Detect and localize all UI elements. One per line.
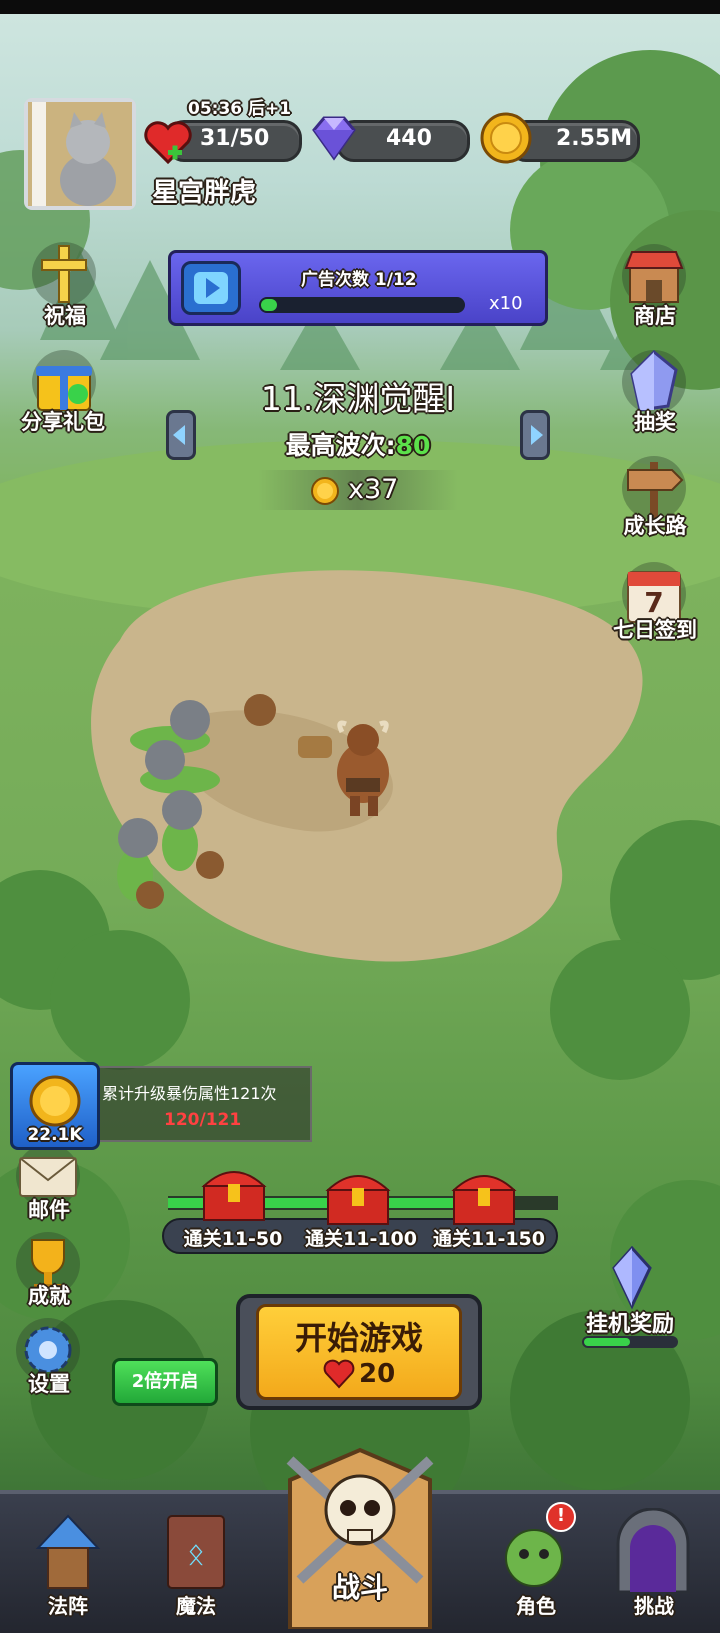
settings-label: 设置	[28, 1372, 70, 1396]
gem-value: 440	[386, 126, 432, 151]
nav-challenge[interactable]: 挑战	[594, 1494, 714, 1633]
quest-progress: 120/121	[164, 1110, 242, 1130]
achievement-label: 成就	[28, 1284, 70, 1308]
chevron-right-icon	[531, 425, 543, 445]
heart-icon	[323, 1359, 355, 1389]
idle-reward-label: 挂机奖励	[585, 1312, 674, 1337]
start-game-button[interactable]: 开始游戏 20	[256, 1304, 462, 1400]
chest-2[interactable]	[322, 1162, 394, 1232]
gold-coin-icon	[311, 477, 339, 505]
ad-bonus-bar[interactable]: 广告次数 1/12 x10	[168, 250, 548, 326]
nav-battle-label: 战斗	[331, 1571, 388, 1604]
energy-value: 31/50	[200, 126, 270, 151]
crystal-icon	[630, 349, 678, 412]
chest-1[interactable]	[198, 1158, 270, 1228]
lottery-label: 抽奖	[634, 410, 676, 434]
minotaur-hero[interactable]	[298, 718, 408, 818]
chest-3[interactable]	[448, 1162, 520, 1232]
best-wave-label: 最高波次:	[285, 431, 396, 460]
portal-icon	[616, 1508, 690, 1594]
chevron-left-icon	[173, 425, 185, 445]
quest-reward-amount: 22.1K	[27, 1125, 83, 1145]
shop-icon	[624, 251, 684, 303]
bless-button[interactable]	[32, 242, 96, 306]
svg-text:ᛟ: ᛟ	[187, 1537, 205, 1572]
ad-progress-track	[259, 297, 465, 313]
seven-day-checkin-label: 七日签到	[613, 618, 697, 642]
shop-label: 商店	[634, 304, 676, 328]
nav-character[interactable]: ! 角色	[476, 1494, 596, 1633]
player-name: 星宫胖虎	[152, 178, 257, 208]
player-avatar[interactable]	[24, 98, 136, 210]
start-game-label: 开始游戏	[294, 1319, 423, 1357]
goblin-enemies[interactable]	[110, 690, 310, 920]
character-alert-badge: !	[546, 1502, 576, 1532]
gold-coin-icon	[480, 112, 532, 164]
ad-progress-fill	[261, 299, 277, 311]
nav-magic[interactable]: ᛟ 魔法	[136, 1494, 256, 1633]
energy-timer: 05:36 后+1	[188, 99, 292, 119]
gold-value: 2.55M	[556, 126, 633, 151]
mail-label: 邮件	[28, 1198, 70, 1222]
treasure-chest-icon	[325, 1175, 391, 1225]
nav-magic-label: 魔法	[176, 1594, 216, 1618]
share-gift-button[interactable]	[32, 350, 96, 414]
best-wave-value: 80	[395, 431, 431, 460]
lottery-button[interactable]	[622, 349, 686, 414]
treasure-chest-icon	[201, 1171, 267, 1221]
shop-button[interactable]	[622, 244, 686, 308]
nav-battle[interactable]: 战斗	[270, 1440, 450, 1629]
crystal-icon	[612, 1245, 652, 1310]
double-speed-button[interactable]: 2倍开启	[112, 1358, 218, 1406]
nav-character-label: 角色	[516, 1594, 556, 1618]
idle-reward-button[interactable]	[600, 1245, 664, 1310]
prev-level-button[interactable]	[166, 410, 196, 460]
treasure-chest-icon	[451, 1175, 517, 1225]
gift-box-icon	[36, 366, 92, 411]
chest-2-label: 通关11-100	[305, 1228, 417, 1250]
chest-1-label: 通关11-50	[183, 1228, 283, 1250]
nav-formation[interactable]: 法阵	[8, 1494, 128, 1633]
cross-icon	[41, 245, 87, 303]
heart-energy-icon	[144, 121, 192, 165]
ad-multiplier: x10	[489, 293, 523, 314]
quest-text: 累计升级暴伤属性121次	[102, 1084, 277, 1103]
gold-coin-icon	[29, 1075, 81, 1127]
video-play-icon	[181, 261, 241, 315]
level-reward: x37	[258, 470, 458, 510]
best-wave: 最高波次:80	[198, 426, 518, 462]
idle-reward-progress	[582, 1336, 678, 1348]
level-reward-amount: x37	[348, 474, 399, 505]
level-title: 11.深渊觉醒I	[260, 379, 456, 418]
spellbook-icon: ᛟ	[167, 1515, 225, 1589]
idle-reward-progress-fill	[584, 1338, 630, 1346]
diamond-gem-icon	[312, 116, 356, 161]
chest-3-label: 通关11-150	[433, 1228, 545, 1250]
quest-reward-icon[interactable]: 22.1K	[10, 1062, 100, 1150]
ad-count-label: 广告次数 1/12	[301, 270, 417, 290]
cat-avatar-icon	[28, 102, 132, 206]
next-level-button[interactable]	[520, 410, 550, 460]
status-bar	[0, 0, 720, 14]
bless-label: 祝福	[44, 304, 86, 328]
start-game-cost: 20	[359, 1359, 396, 1389]
share-gift-label: 分享礼包	[21, 410, 105, 434]
nav-challenge-label: 挑战	[634, 1594, 674, 1618]
growth-road-label: 成长路	[623, 514, 687, 538]
nav-formation-label: 法阵	[48, 1594, 88, 1618]
watchtower-icon	[35, 1514, 101, 1589]
